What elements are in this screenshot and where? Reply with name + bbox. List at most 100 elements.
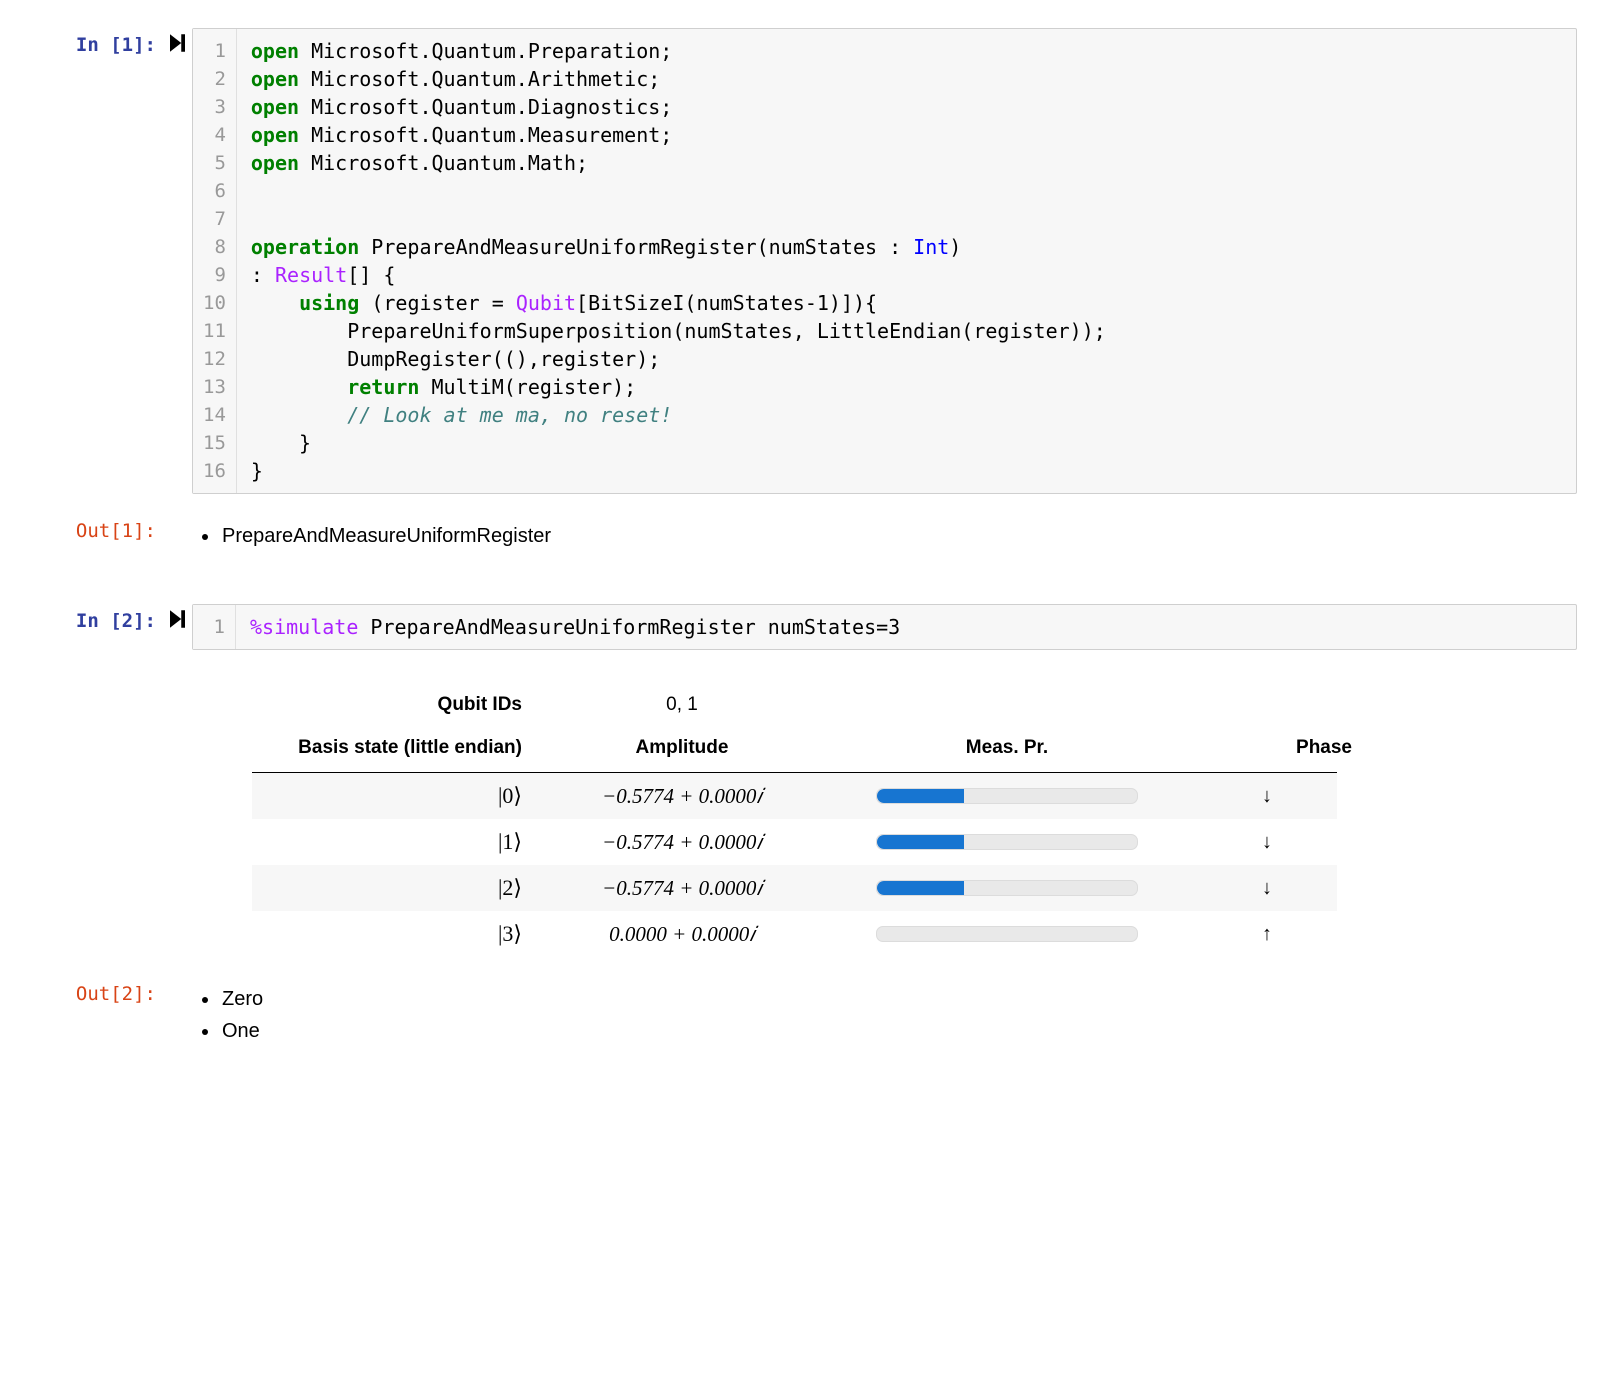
cell-2-output: Out[2]: ZeroOne xyxy=(20,977,1577,1053)
code-line: open Microsoft.Quantum.Arithmetic; xyxy=(251,65,1106,93)
token: open xyxy=(251,151,299,175)
line-gutter: 1 xyxy=(193,605,236,649)
token: } xyxy=(251,459,263,483)
measurement-probability-bar xyxy=(842,926,1172,942)
line-number: 14 xyxy=(203,401,226,429)
code-line xyxy=(251,177,1106,205)
run-cell-1-button[interactable] xyxy=(162,28,192,52)
col-phase: Phase xyxy=(1182,737,1352,759)
run-icon xyxy=(170,34,185,52)
line-number: 1 xyxy=(203,613,225,641)
basis-state: |1⟩ xyxy=(252,829,522,855)
basis-state: |3⟩ xyxy=(252,921,522,947)
state-dump: Qubit IDs 0, 1 Basis state (little endia… xyxy=(192,670,1577,957)
run-cell-2-button[interactable] xyxy=(162,604,192,628)
token: PrepareAndMeasureUniformRegister numStat… xyxy=(358,615,900,639)
token: open xyxy=(251,39,299,63)
state-row: |1⟩−0.5774 + 0.0000𝑖↓ xyxy=(252,819,1337,865)
code-text[interactable]: open Microsoft.Quantum.Preparation;open … xyxy=(237,29,1120,493)
col-basis: Basis state (little endian) xyxy=(252,736,522,760)
amplitude: −0.5774 + 0.0000𝑖 xyxy=(532,830,832,855)
basis-state: |0⟩ xyxy=(252,783,522,809)
cell-2-input: In [2]: 1 %simulate PrepareAndMeasureUnif… xyxy=(20,604,1577,650)
code-line: return MultiM(register); xyxy=(251,373,1106,401)
line-number: 8 xyxy=(203,233,226,261)
token: PrepareUniformSuperposition(numStates, L… xyxy=(251,319,1106,343)
in-prompt-2: In [2]: xyxy=(76,610,156,632)
token xyxy=(251,403,347,427)
output-body: ZeroOne xyxy=(192,977,1577,1053)
amplitude: −0.5774 + 0.0000𝑖 xyxy=(532,876,832,901)
token: Microsoft.Quantum.Measurement; xyxy=(299,123,672,147)
code-line: DumpRegister((),register); xyxy=(251,345,1106,373)
code-line: open Microsoft.Quantum.Measurement; xyxy=(251,121,1106,149)
code-line: PrepareUniformSuperposition(numStates, L… xyxy=(251,317,1106,345)
measurement-probability-bar xyxy=(842,880,1172,896)
progress-fill xyxy=(877,835,964,849)
token: [BitSizeI(numStates-1)]){ xyxy=(576,291,877,315)
code-line: open Microsoft.Quantum.Diagnostics; xyxy=(251,93,1106,121)
token: Microsoft.Quantum.Math; xyxy=(299,151,588,175)
prompt-col: In [2]: xyxy=(20,604,162,632)
token: using xyxy=(299,291,359,315)
qubit-ids-row: Qubit IDs 0, 1 xyxy=(252,684,1337,726)
qubit-ids-label: Qubit IDs xyxy=(252,694,522,716)
token: operation xyxy=(251,235,359,259)
out-prompt-1: Out[1]: xyxy=(76,520,156,542)
line-number: 3 xyxy=(203,93,226,121)
spacer xyxy=(162,514,192,520)
line-number: 11 xyxy=(203,317,226,345)
progress-bar xyxy=(876,880,1138,896)
progress-fill xyxy=(877,881,964,895)
amplitude: −0.5774 + 0.0000𝑖 xyxy=(532,784,832,809)
progress-bar xyxy=(876,834,1138,850)
qubit-ids-value: 0, 1 xyxy=(532,694,832,716)
code-line: open Microsoft.Quantum.Math; xyxy=(251,149,1106,177)
line-number: 9 xyxy=(203,261,226,289)
output-item: PrepareAndMeasureUniformRegister xyxy=(220,520,1577,552)
col-meas-prob: Meas. Pr. xyxy=(842,737,1172,759)
cell-1-input: In [1]: 12345678910111213141516open Micr… xyxy=(20,28,1577,494)
token: // Look at me ma, no reset! xyxy=(347,403,672,427)
code-editor-1[interactable]: 12345678910111213141516open Microsoft.Qu… xyxy=(192,28,1577,494)
phase-arrow-icon: ↓ xyxy=(1182,785,1352,808)
line-number: 10 xyxy=(203,289,226,317)
phase-arrow-icon: ↓ xyxy=(1182,877,1352,900)
cell-body: 1 %simulate PrepareAndMeasureUniformRegis… xyxy=(192,604,1577,650)
run-icon xyxy=(170,610,185,628)
measurement-probability-bar xyxy=(842,834,1172,850)
line-number: 6 xyxy=(203,177,226,205)
token: Result xyxy=(275,263,347,287)
spacer xyxy=(162,977,192,983)
token: } xyxy=(251,431,311,455)
progress-bar xyxy=(876,788,1138,804)
code-editor-2[interactable]: 1 %simulate PrepareAndMeasureUniformRegis… xyxy=(192,604,1577,650)
token: [] { xyxy=(347,263,395,287)
token xyxy=(251,291,299,315)
code-line: %simulate PrepareAndMeasureUniformRegist… xyxy=(250,613,900,641)
token: %simulate xyxy=(250,615,358,639)
state-row: |3⟩0.0000 + 0.0000𝑖↑ xyxy=(252,911,1337,957)
line-number: 16 xyxy=(203,457,226,485)
prompt-col xyxy=(20,670,162,676)
line-number: 15 xyxy=(203,429,226,457)
cell-body: 12345678910111213141516open Microsoft.Qu… xyxy=(192,28,1577,494)
output-list-1: PrepareAndMeasureUniformRegister xyxy=(194,520,1577,552)
notebook: In [1]: 12345678910111213141516open Micr… xyxy=(0,0,1605,1101)
code-line: // Look at me ma, no reset! xyxy=(251,401,1106,429)
token: open xyxy=(251,67,299,91)
output-list-2: ZeroOne xyxy=(194,983,1577,1047)
phase-arrow-icon: ↓ xyxy=(1182,831,1352,854)
code-line: } xyxy=(251,429,1106,457)
code-text[interactable]: %simulate PrepareAndMeasureUniformRegist… xyxy=(236,605,914,649)
token: Microsoft.Quantum.Preparation; xyxy=(299,39,672,63)
state-table-header: Basis state (little endian) Amplitude Me… xyxy=(252,726,1337,773)
token: open xyxy=(251,95,299,119)
progress-fill xyxy=(877,789,964,803)
token: Qubit xyxy=(516,291,576,315)
output-item: Zero xyxy=(220,983,1577,1015)
measurement-probability-bar xyxy=(842,788,1172,804)
cell-1-output: Out[1]: PrepareAndMeasureUniformRegister xyxy=(20,514,1577,558)
line-number: 7 xyxy=(203,205,226,233)
token: Microsoft.Quantum.Arithmetic; xyxy=(299,67,660,91)
